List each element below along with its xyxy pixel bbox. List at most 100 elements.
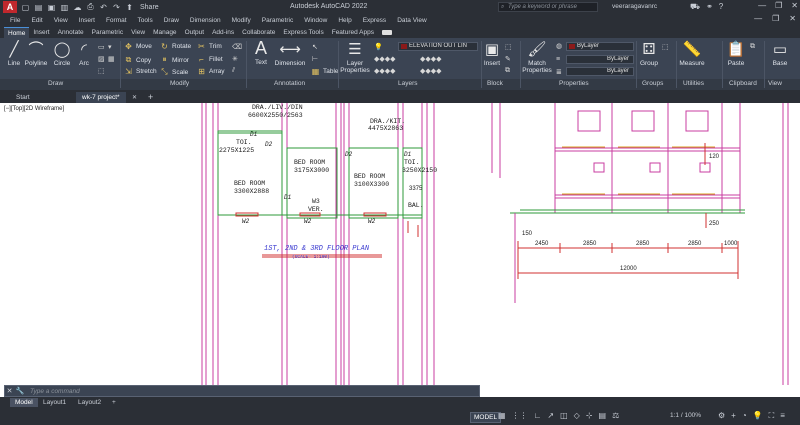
redo-icon[interactable]: ↷ [112, 3, 121, 12]
tab-start[interactable]: Start [10, 92, 36, 103]
group-button[interactable]: ⚃ Group [638, 41, 660, 67]
linetype-dropdown[interactable]: ByLayer [566, 55, 634, 64]
tab-view[interactable]: View [127, 27, 149, 38]
menu-format[interactable]: Format [106, 17, 127, 24]
tab-annotate[interactable]: Annotate [54, 27, 88, 38]
block-attr-icon[interactable]: ⧉ [505, 67, 510, 75]
circle-button[interactable]: ◯ Circle [52, 41, 72, 67]
tab-manage[interactable]: Manage [149, 27, 181, 38]
color-dropdown[interactable]: ByLayer [566, 42, 634, 51]
tab-featured-apps[interactable]: Featured Apps [328, 27, 378, 38]
paste-button[interactable]: 📋 Paste [726, 41, 746, 67]
iso-icon[interactable]: ◇ [574, 411, 580, 420]
ungroup-icon[interactable]: ⬚ [662, 43, 669, 51]
tab-layout2[interactable]: Layout2 [73, 398, 106, 407]
draw-more-icon[interactable]: ▾ [108, 43, 112, 51]
copy-button[interactable]: ⧉ Copy [124, 55, 152, 65]
gradient-icon[interactable]: ▦ [108, 55, 115, 63]
linear-dim-icon[interactable]: ⊢ [312, 55, 318, 63]
menu-data-view[interactable]: Data View [397, 17, 427, 24]
stretch-button[interactable]: ⇲ Stretch [124, 67, 156, 76]
utilities-panel-title[interactable]: Utilities [683, 80, 704, 87]
plus-icon[interactable]: + [731, 411, 736, 421]
share-button[interactable]: Share [140, 4, 159, 11]
dimension-button[interactable]: ⟷ Dimension [274, 41, 306, 67]
lineweight-toggle-icon[interactable]: ▤ [599, 411, 607, 420]
otrack-icon[interactable]: ⊹ [586, 411, 593, 420]
tab-model[interactable]: Model [10, 398, 38, 407]
menu-window[interactable]: Window [304, 17, 327, 24]
open-file-icon[interactable]: ▤ [34, 3, 43, 12]
tab-insert[interactable]: Insert [29, 27, 53, 38]
explode-icon[interactable]: ✳ [232, 55, 238, 63]
save-as-icon[interactable]: ▥ [60, 3, 69, 12]
tab-home[interactable]: Home [4, 27, 30, 38]
leader-icon[interactable]: ↖ [312, 43, 318, 51]
properties-panel-title[interactable]: Properties [559, 80, 589, 87]
arc-button[interactable]: ◜ Arc [76, 41, 92, 67]
layers-panel-title[interactable]: Layers [398, 80, 418, 87]
fillet-button[interactable]: ⌐ Fillet [197, 55, 223, 64]
array-button[interactable]: ⊞ Array [197, 67, 224, 76]
table-button[interactable]: ▦ Table [311, 67, 339, 76]
new-tab-icon[interactable]: + [142, 92, 159, 103]
mirror-button[interactable]: ⏸ Mirror [160, 55, 189, 65]
layer-tool-icon[interactable]: ◆◆◆◆ [374, 67, 396, 75]
insert-block-button[interactable]: ▣ Insert [483, 41, 501, 67]
drawing-canvas[interactable]: DRA./LIV./DIN 6600X2550/2563 DRA./KIT. 4… [0, 103, 800, 385]
menu-icon[interactable]: ≡ [780, 411, 785, 421]
measure-button[interactable]: 📏 Measure [678, 41, 706, 67]
close-icon[interactable]: ✕ [791, 1, 798, 10]
polar-icon[interactable]: ↗ [547, 411, 554, 420]
hatch-icon[interactable]: ▨ [98, 55, 105, 63]
tab-express-tools[interactable]: Express Tools [279, 27, 327, 38]
tab-layout1[interactable]: Layout1 [38, 398, 71, 407]
menu-help[interactable]: Help [338, 17, 351, 24]
menu-dimension[interactable]: Dimension [190, 17, 221, 24]
grid-icon[interactable]: ▦ [498, 411, 506, 420]
lineweight-dropdown[interactable]: ByLayer [566, 67, 634, 76]
menu-modify[interactable]: Modify [232, 17, 251, 24]
ortho-icon[interactable]: ∟ [534, 411, 542, 420]
block-panel-title[interactable]: Block [487, 80, 503, 87]
rotate-button[interactable]: ↻ Rotate [160, 42, 191, 51]
bulb-icon[interactable]: 💡 [374, 43, 383, 51]
menu-draw[interactable]: Draw [164, 17, 179, 24]
modify-panel-title[interactable]: Modify [170, 80, 189, 87]
tab-parametric[interactable]: Parametric [88, 27, 127, 38]
new-file-icon[interactable]: ▢ [21, 3, 30, 12]
menu-insert[interactable]: Insert [79, 17, 95, 24]
layer-dropdown[interactable]: ELEVATION OUT LIN [398, 42, 478, 51]
move-button[interactable]: ✥ Move [124, 42, 152, 51]
performance-icon[interactable]: ◔ [742, 411, 747, 421]
cart-icon[interactable]: ⛟ [690, 2, 700, 12]
fullscreen-icon[interactable]: ⛶ [769, 411, 775, 421]
polyline-button[interactable]: ⌒ Polyline [24, 41, 48, 67]
command-input[interactable]: Type a command [26, 388, 80, 395]
text-button[interactable]: A Text [250, 39, 272, 66]
osnap-icon[interactable]: ◫ [560, 411, 568, 420]
search-input[interactable]: ⌕ Type a keyword or phrase [498, 2, 598, 12]
boundary-icon[interactable]: ⬚ [98, 67, 105, 75]
rectangle-icon[interactable]: ▭ [98, 43, 105, 51]
publish-icon[interactable]: ⬆ [125, 3, 134, 12]
close-command-icon[interactable]: ✕ [5, 387, 14, 395]
ribbon-toggle-icon[interactable] [382, 30, 392, 35]
annotation-panel-title[interactable]: Annotation [274, 80, 305, 87]
menu-express[interactable]: Express [363, 17, 386, 24]
tab-add-ins[interactable]: Add-ins [208, 27, 238, 38]
layer-tool-icon[interactable]: ◆◆◆◆ [420, 55, 442, 63]
customize-icon[interactable]: 🔧 [14, 387, 26, 395]
plot-icon[interactable]: ⎙ [86, 2, 95, 12]
block-create-icon[interactable]: ⬚ [505, 43, 512, 51]
line-button[interactable]: ╱ Line [5, 41, 23, 67]
layer-properties-button[interactable]: ☰ Layer Properties [340, 41, 370, 74]
minimize-icon[interactable]: — [758, 1, 766, 10]
annotation-icon[interactable]: ⚖ [612, 411, 619, 420]
scale-button[interactable]: ⤡ Scale [160, 67, 188, 77]
color-wheel-icon[interactable]: ◍ [556, 42, 562, 50]
autocad-logo-icon[interactable]: A [3, 1, 17, 13]
menu-view[interactable]: View [54, 17, 68, 24]
trim-button[interactable]: ✂ Trim [197, 42, 222, 51]
menu-tools[interactable]: Tools [138, 17, 153, 24]
